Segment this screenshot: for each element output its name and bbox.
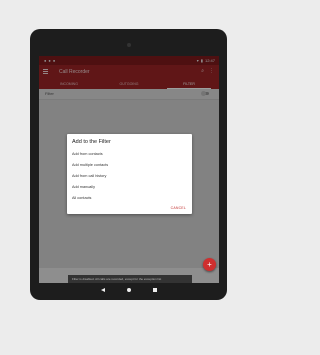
option-add-from-call-history[interactable]: Add from call history: [72, 174, 106, 178]
option-all-contacts[interactable]: All contacts: [72, 196, 91, 200]
option-add-multiple-contacts[interactable]: Add multiple contacts: [72, 163, 108, 167]
front-camera: [127, 43, 131, 47]
snackbar: Filter is disabled. All calls are record…: [68, 275, 192, 283]
add-filter-dialog: Add to the Filter Add from contacts Add …: [67, 134, 192, 214]
option-add-from-contacts[interactable]: Add from contacts: [72, 152, 103, 156]
cancel-button[interactable]: CANCEL: [171, 206, 186, 210]
home-icon[interactable]: [127, 288, 131, 292]
system-nav-bar: [39, 283, 219, 297]
back-icon[interactable]: [101, 288, 105, 292]
option-add-manually[interactable]: Add manually: [72, 185, 95, 189]
app-screen: ● ● ● ▾ ▮ 12:47 Call Recorder ⌕ ⋮ INCOMI…: [39, 56, 219, 283]
add-fab[interactable]: +: [203, 258, 216, 271]
recents-icon[interactable]: [153, 288, 157, 292]
dialog-title: Add to the Filter: [72, 139, 111, 145]
